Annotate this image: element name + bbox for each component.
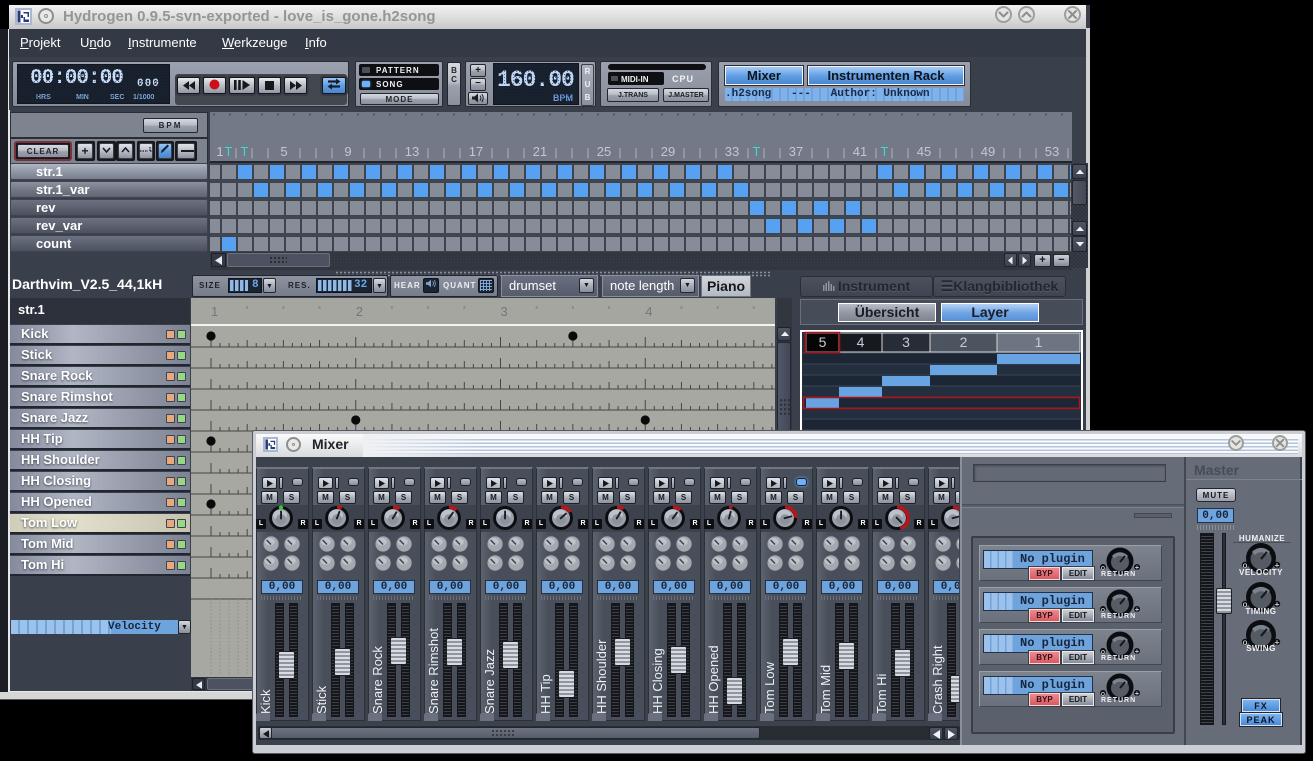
svg-text:|: | <box>779 147 782 159</box>
svg-text:|: | <box>299 147 302 159</box>
svg-text:|: | <box>955 147 958 159</box>
svg-text:|: | <box>523 147 526 159</box>
svg-text:4: 4 <box>857 334 865 350</box>
svg-text:|: | <box>971 147 974 159</box>
svg-text:33: 33 <box>725 144 739 159</box>
svg-text:5: 5 <box>819 334 827 350</box>
svg-text:|: | <box>555 147 558 159</box>
svg-text:53: 53 <box>1045 144 1059 159</box>
svg-text:|: | <box>699 147 702 159</box>
svg-text:|: | <box>491 147 494 159</box>
svg-text:|: | <box>907 147 910 159</box>
svg-text:|: | <box>827 147 830 159</box>
svg-text:|: | <box>443 147 446 159</box>
svg-text:3: 3 <box>902 334 910 350</box>
svg-text:|: | <box>507 147 510 159</box>
svg-text:|: | <box>763 147 766 159</box>
svg-text:|: | <box>395 147 398 159</box>
svg-text:17: 17 <box>469 144 483 159</box>
svg-text:|: | <box>619 147 622 159</box>
svg-text:3: 3 <box>501 304 508 319</box>
svg-text:|: | <box>315 147 318 159</box>
svg-text:|: | <box>1019 147 1022 159</box>
svg-text:|: | <box>683 147 686 159</box>
svg-text:|: | <box>331 147 334 159</box>
svg-text:|: | <box>1003 147 1006 159</box>
svg-text:13: 13 <box>405 144 419 159</box>
svg-text:1: 1 <box>211 304 218 319</box>
svg-text:|: | <box>427 147 430 159</box>
svg-text:|: | <box>715 147 718 159</box>
svg-text:|: | <box>251 147 254 159</box>
svg-text:|: | <box>587 147 590 159</box>
svg-text:|: | <box>459 147 462 159</box>
svg-text:2: 2 <box>356 304 363 319</box>
svg-text:|: | <box>875 147 878 159</box>
svg-text:|: | <box>651 147 654 159</box>
svg-text:4: 4 <box>645 304 652 319</box>
svg-text:|: | <box>811 147 814 159</box>
svg-text:1: 1 <box>1035 334 1043 350</box>
svg-text:|: | <box>571 147 574 159</box>
svg-text:|: | <box>1067 147 1070 159</box>
svg-text:29: 29 <box>661 144 675 159</box>
svg-text:T: T <box>225 145 233 159</box>
svg-text:|: | <box>235 147 238 159</box>
svg-text:25: 25 <box>597 144 611 159</box>
svg-text:T: T <box>241 145 249 159</box>
svg-text:T: T <box>753 145 761 159</box>
svg-text:|: | <box>635 147 638 159</box>
svg-text:37: 37 <box>789 144 803 159</box>
svg-text:|: | <box>267 147 270 159</box>
svg-text:5: 5 <box>280 144 287 159</box>
svg-text:|: | <box>939 147 942 159</box>
svg-text:|: | <box>891 147 894 159</box>
svg-text:41: 41 <box>853 144 867 159</box>
svg-text:|: | <box>379 147 382 159</box>
svg-text:2: 2 <box>960 334 968 350</box>
svg-text:|: | <box>1035 147 1038 159</box>
svg-text:49: 49 <box>981 144 995 159</box>
svg-text:|: | <box>843 147 846 159</box>
svg-text:|: | <box>747 147 750 159</box>
svg-text:45: 45 <box>917 144 931 159</box>
svg-text:1: 1 <box>216 144 223 159</box>
svg-text:|: | <box>363 147 366 159</box>
svg-text:T: T <box>881 145 889 159</box>
svg-text:9: 9 <box>344 144 351 159</box>
svg-text:21: 21 <box>533 144 547 159</box>
